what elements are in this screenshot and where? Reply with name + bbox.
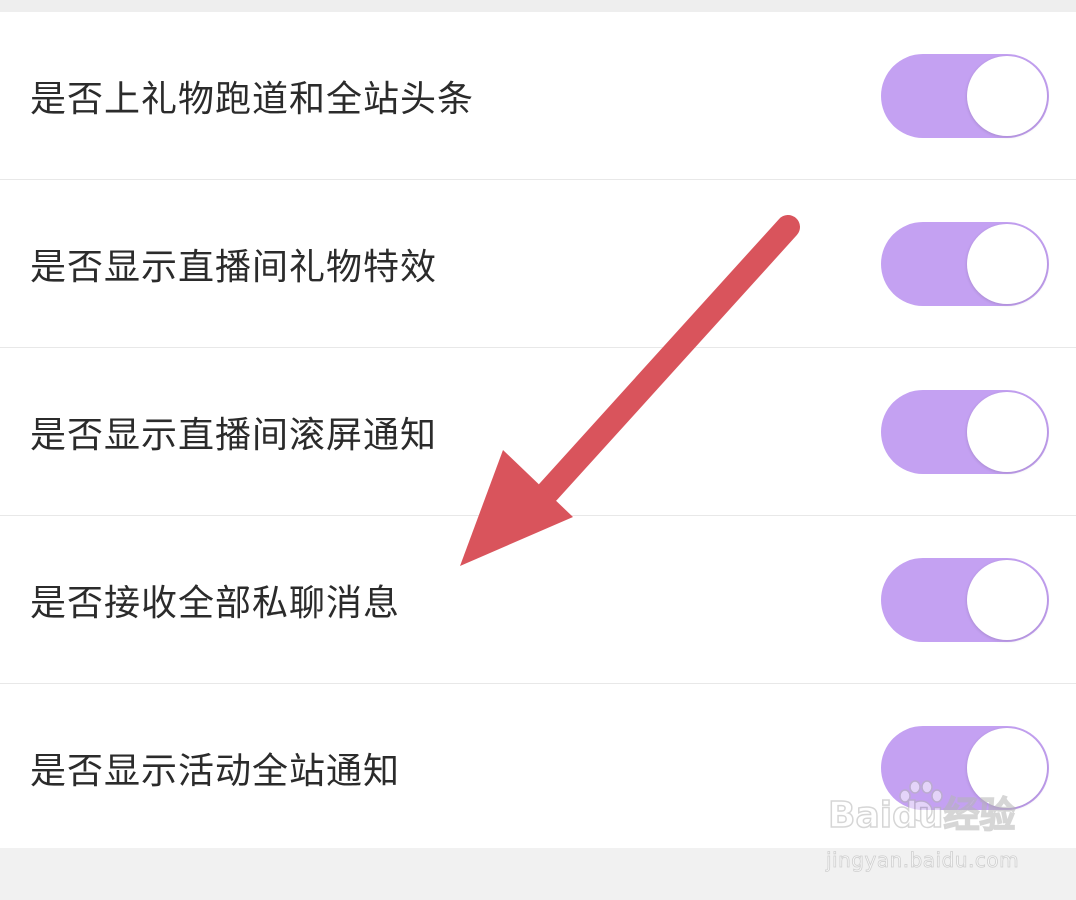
toggle-knob [967,559,1047,640]
setting-row-activity-notice: 是否显示活动全站通知 [0,684,1076,851]
setting-label: 是否显示直播间礼物特效 [30,246,438,288]
toggle-knob [967,391,1047,472]
activity-notice-toggle[interactable] [881,725,1049,810]
setting-label: 是否显示活动全站通知 [30,750,401,792]
gift-effects-toggle[interactable] [881,221,1049,306]
setting-label: 是否接收全部私聊消息 [30,582,401,624]
top-strip [0,0,1076,12]
toggle-knob [967,55,1047,136]
private-messages-toggle[interactable] [881,557,1049,642]
toggle-knob [967,727,1047,808]
setting-row-gift-track-headline: 是否上礼物跑道和全站头条 [0,12,1076,179]
bottom-strip [0,848,1076,900]
setting-row-gift-effects: 是否显示直播间礼物特效 [0,180,1076,347]
scroll-notice-toggle[interactable] [881,389,1049,474]
setting-row-scroll-notice: 是否显示直播间滚屏通知 [0,348,1076,515]
setting-row-private-messages: 是否接收全部私聊消息 [0,516,1076,683]
setting-label: 是否上礼物跑道和全站头条 [30,78,475,120]
setting-label: 是否显示直播间滚屏通知 [30,414,438,456]
gift-track-headline-toggle[interactable] [881,53,1049,138]
toggle-knob [967,223,1047,304]
settings-list: 是否上礼物跑道和全站头条 是否显示直播间礼物特效 是否显示直播间滚屏通知 是否接… [0,12,1076,851]
